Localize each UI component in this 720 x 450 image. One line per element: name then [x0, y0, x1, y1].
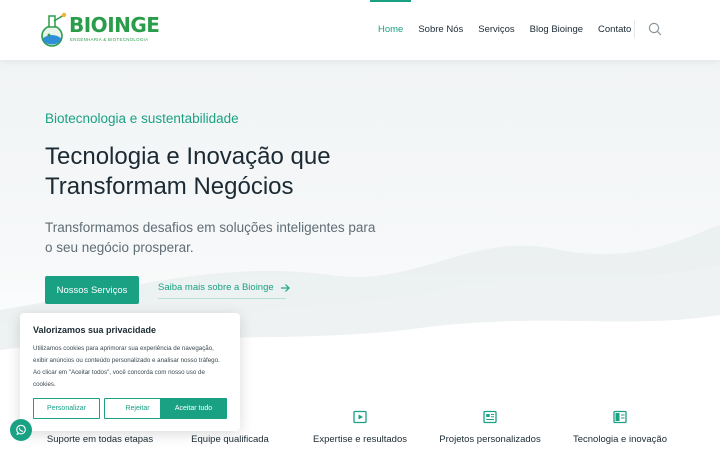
main-nav: Home Sobre Nós Serviços Blog Bioinge Con…: [369, 0, 646, 60]
feature-label: Tecnologia e inovação: [572, 434, 667, 445]
nav-item-sobre[interactable]: Sobre Nós: [418, 0, 463, 60]
layout-icon: [613, 410, 627, 424]
newspaper-icon: [483, 410, 497, 424]
about-link-label: Saiba mais sobre a Bioinge: [158, 282, 274, 293]
services-button[interactable]: Nossos Serviços: [45, 276, 139, 304]
hero-headline: Tecnologia e Inovação que Transformam Ne…: [45, 143, 331, 200]
accept-label: Aceitar tudo: [174, 405, 213, 412]
cookie-text: Utilizamos cookies para aprimorar sua ex…: [33, 345, 220, 388]
about-link-underline: [158, 298, 286, 299]
customize-label: Personalizar: [47, 405, 86, 412]
hero-subtext: Transformamos desafios em soluções intel…: [45, 220, 376, 255]
nav-divider: [634, 20, 635, 38]
whatsapp-icon: [16, 424, 26, 435]
flask-logo-icon: [41, 12, 67, 47]
site-header: BIOINGE ENGENHARIA & BIOTECNOLOGIA Home …: [0, 0, 720, 60]
services-button-label: Nossos Serviços: [56, 284, 128, 296]
about-link[interactable]: Saiba mais sobre a Bioinge: [158, 282, 290, 293]
reject-label: Rejeitar: [125, 405, 150, 412]
nav-item-servicos[interactable]: Serviços: [478, 0, 514, 60]
whatsapp-button[interactable]: [10, 419, 32, 441]
cookie-banner: Valorizamos sua privacidade Utilizamos c…: [20, 313, 240, 431]
feature-label: Expertise e resultados: [313, 434, 407, 445]
nav-item-contato[interactable]: Contato: [598, 0, 631, 60]
feature-label: Equipe qualificada: [191, 434, 269, 445]
hero-eyebrow: Biotecnologia e sustentabilidade: [45, 111, 239, 126]
brand-logo[interactable]: BIOINGE ENGENHARIA & BIOTECNOLOGIA: [40, 12, 160, 48]
brand-tagline: ENGENHARIA & BIOTECNOLOGIA: [70, 37, 149, 42]
feature-label: Projetos personalizados: [439, 434, 541, 445]
arrow-right-icon: [280, 283, 290, 292]
feature-item: Tecnologia e inovação: [550, 400, 690, 445]
feature-item: Expertise e resultados: [290, 400, 430, 445]
search-icon[interactable]: [648, 22, 662, 36]
feature-item: Projetos personalizados: [420, 400, 560, 445]
feature-label: Suporte em todas etapas: [46, 434, 154, 445]
brand-name: BIOINGE: [69, 13, 160, 37]
cookie-title: Valorizamos sua privacidade: [33, 325, 157, 335]
accept-all-button[interactable]: Aceitar tudo: [160, 398, 227, 419]
nav-item-blog[interactable]: Blog Bioinge: [530, 0, 583, 60]
nav-item-home[interactable]: Home: [369, 0, 412, 60]
customize-button[interactable]: Personalizar: [33, 398, 100, 419]
play-icon: [353, 410, 367, 424]
